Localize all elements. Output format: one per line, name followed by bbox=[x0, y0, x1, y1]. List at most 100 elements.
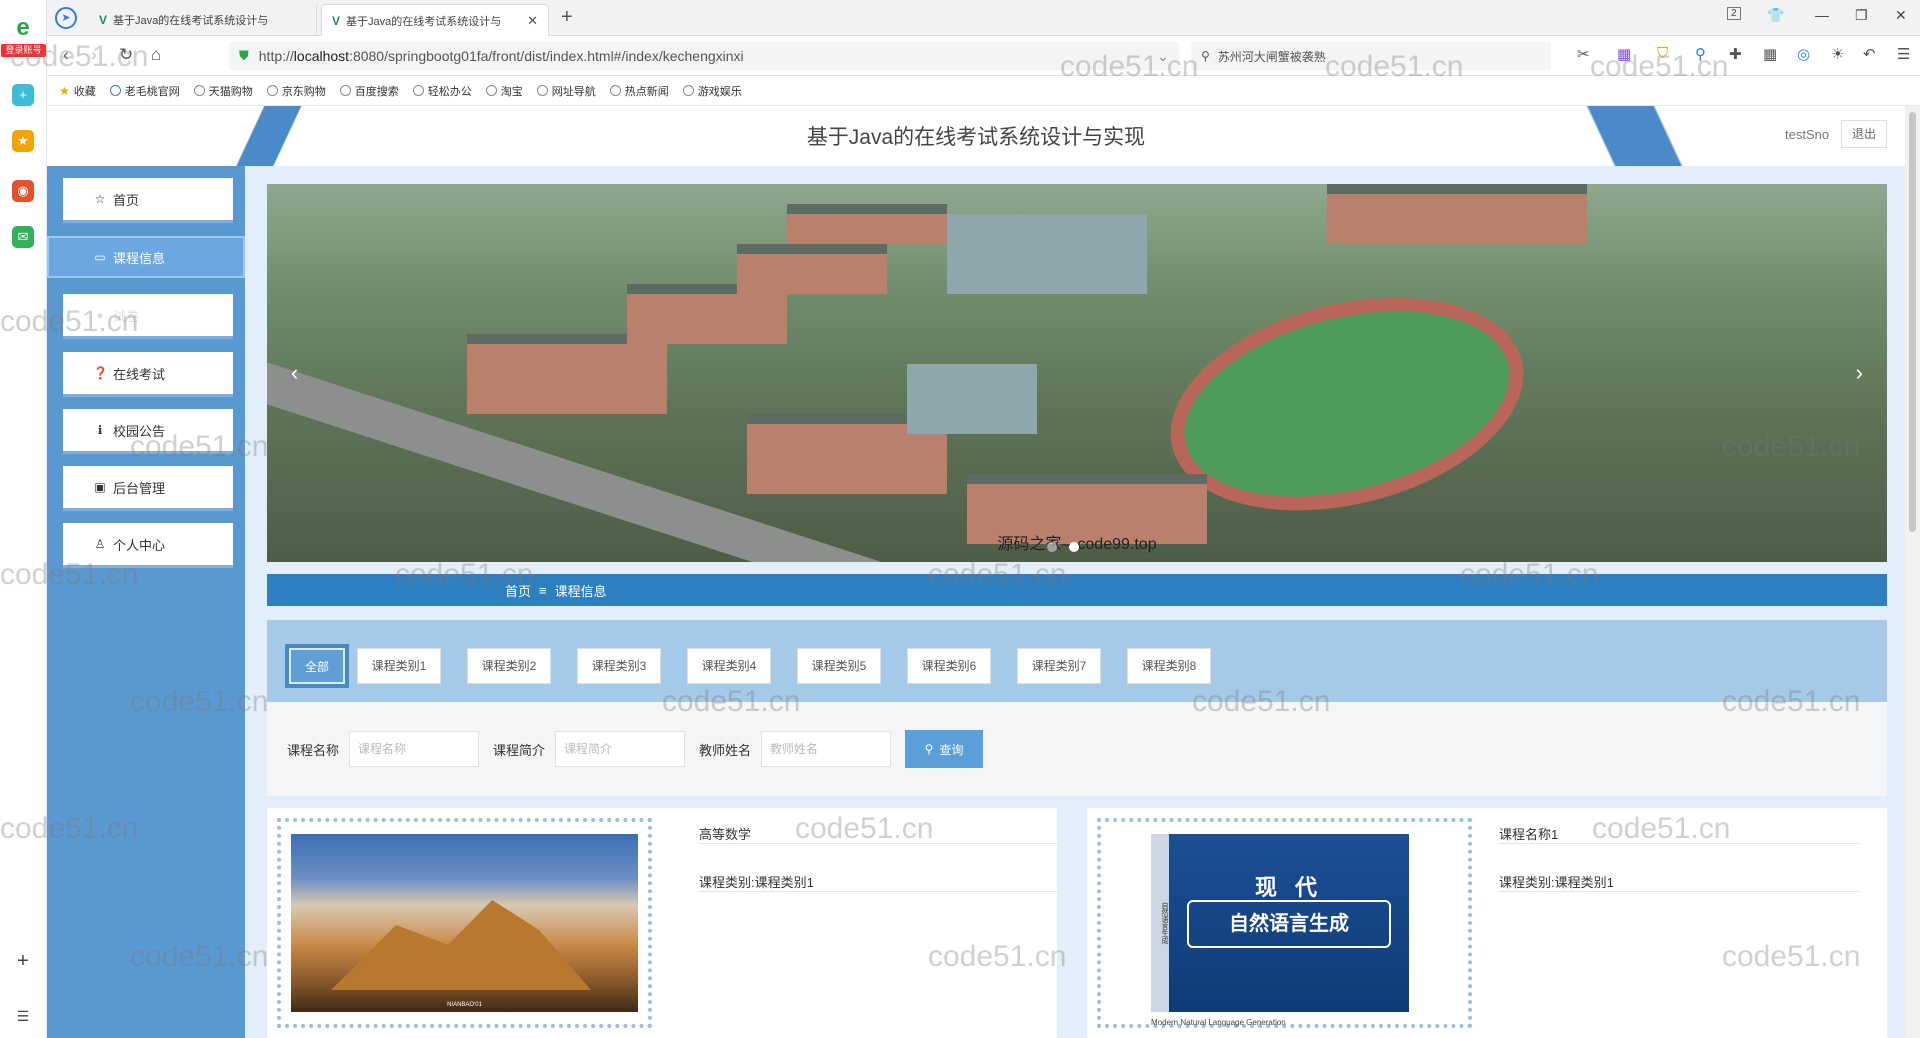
magnifier-icon[interactable]: ⚲ bbox=[1695, 45, 1706, 63]
reload-icon[interactable]: ↻ bbox=[119, 45, 133, 65]
teacher-name-input[interactable] bbox=[761, 731, 892, 767]
question-circle-icon: ❓ bbox=[93, 366, 108, 380]
bookmark-item[interactable]: 老毛桃官网 bbox=[109, 83, 180, 99]
carousel-next-icon[interactable]: › bbox=[1856, 360, 1863, 386]
bookmark-item[interactable]: 轻松办公 bbox=[412, 83, 472, 99]
mail-icon[interactable]: ✉ bbox=[12, 226, 34, 248]
category-tab[interactable]: 课程类别6 bbox=[907, 648, 991, 684]
bookmark-item[interactable]: 京东购物 bbox=[266, 83, 326, 99]
bookmark-item[interactable]: 淘宝 bbox=[485, 83, 523, 99]
carousel-dot-active[interactable] bbox=[1069, 542, 1079, 552]
shirt-icon[interactable]: 👕 bbox=[1767, 7, 1784, 24]
scissors-icon[interactable]: ✂ bbox=[1577, 45, 1590, 63]
site-icon bbox=[682, 85, 694, 96]
grid-icon[interactable]: ▦ bbox=[1763, 45, 1777, 63]
restore-icon[interactable]: ❐ bbox=[1855, 7, 1868, 24]
sidebar-item-profile[interactable]: ♙ 个人中心 bbox=[63, 523, 233, 565]
category-filter-bar: 全部 课程类别1 课程类别2 课程类别3 课程类别4 课程类别5 课程类别6 课… bbox=[267, 620, 1887, 702]
extension-icon[interactable]: ✚ bbox=[1729, 45, 1742, 63]
category-tab-all[interactable]: 全部 bbox=[289, 648, 345, 684]
undo-icon[interactable]: ↶ bbox=[1863, 45, 1876, 63]
breadcrumb: 首页 ≡ 课程信息 bbox=[267, 574, 1887, 606]
back-icon[interactable]: ‹ bbox=[63, 45, 69, 65]
new-tab-icon[interactable]: + bbox=[561, 6, 573, 29]
sidebar-item-notices[interactable]: ℹ 校园公告 bbox=[63, 409, 233, 451]
minimize-icon[interactable]: — bbox=[1815, 7, 1829, 23]
bookmark-item[interactable]: 网址导航 bbox=[536, 83, 596, 99]
tab-title: 基于Java的在线考试系统设计与 bbox=[113, 15, 269, 27]
sidebar-item-online-exam[interactable]: ❓ 在线考试 bbox=[63, 352, 233, 394]
site-icon bbox=[266, 85, 278, 96]
brightness-icon[interactable]: ☀ bbox=[1831, 45, 1844, 63]
book-subtitle: Modern Natural Language Generation bbox=[1151, 1018, 1286, 1027]
browser-search-field[interactable]: ⚲ 苏州河大闸蟹被袭熟 bbox=[1191, 42, 1551, 70]
banner-building bbox=[1327, 184, 1587, 244]
bookmark-item[interactable]: ★ 收藏 bbox=[59, 83, 96, 99]
category-tab[interactable]: 课程类别8 bbox=[1127, 648, 1211, 684]
star-icon: ☆ bbox=[94, 192, 106, 206]
logout-button[interactable]: 退出 bbox=[1841, 120, 1887, 148]
close-window-icon[interactable]: ✕ bbox=[1895, 7, 1907, 24]
search-button-label: 查询 bbox=[939, 742, 964, 757]
forward-icon[interactable]: › bbox=[91, 45, 97, 65]
breadcrumb-separator: ≡ bbox=[539, 582, 547, 598]
category-tab[interactable]: 课程类别3 bbox=[577, 648, 661, 684]
course-card[interactable]: NIANBAO'01 高等数学 课程类别:课程类别1 bbox=[267, 808, 1059, 1038]
dropdown-chevron-icon[interactable]: ⌄ bbox=[1157, 48, 1169, 65]
sync-icon[interactable]: ◎ bbox=[1797, 45, 1810, 63]
plus-app-icon[interactable]: + bbox=[12, 84, 34, 106]
bookmark-item[interactable]: 百度搜索 bbox=[339, 83, 399, 99]
navigate-icon[interactable]: ➤ bbox=[55, 7, 77, 29]
course-intro-input[interactable] bbox=[555, 731, 686, 767]
home-icon[interactable]: ⌂ bbox=[151, 45, 161, 65]
browser-tab-active[interactable]: V 基于Java的在线考试系统设计与 ✕ bbox=[321, 4, 549, 36]
carousel-prev-icon[interactable]: ‹ bbox=[291, 360, 298, 386]
web-page: 基于Java的在线考试系统设计与实现 testSno 退出 ☆ 首页 ▭ 课程信息 … bbox=[47, 106, 1905, 1038]
course-image-book: 自然语言生成 现 代 自然语言生成 Modern Natural Languag… bbox=[1111, 834, 1458, 1027]
sidebar-item-course-info[interactable]: ▭ 课程信息 bbox=[47, 236, 245, 278]
category-tab[interactable]: 课程类别1 bbox=[357, 648, 441, 684]
login-badge[interactable]: 登录账号 bbox=[1, 44, 46, 57]
category-tab[interactable]: 课程类别4 bbox=[687, 648, 771, 684]
add-icon[interactable]: + bbox=[12, 950, 34, 972]
carousel-dot[interactable] bbox=[1047, 542, 1057, 552]
shield-icon[interactable]: ⛉ bbox=[1657, 45, 1668, 62]
secure-shield-icon: ⛊ bbox=[239, 48, 249, 63]
book-title-line1: 现 代 bbox=[1254, 875, 1324, 900]
breadcrumb-home-link[interactable]: 首页 bbox=[505, 581, 531, 600]
search-icon: ⚲ bbox=[1201, 49, 1210, 63]
list-icon[interactable]: ☰ bbox=[12, 1005, 34, 1027]
search-button[interactable]: ⚲ 查询 bbox=[905, 730, 984, 768]
bookmark-item[interactable]: 天猫购物 bbox=[193, 83, 253, 99]
translate-icon[interactable]: ▦ bbox=[1617, 45, 1631, 63]
course-search-form: 课程名称 课程简介 教师姓名 ⚲ 查询 bbox=[267, 702, 1887, 796]
category-tab[interactable]: 课程类别2 bbox=[467, 648, 551, 684]
scrollbar-thumb[interactable] bbox=[1909, 112, 1916, 532]
bookmark-item[interactable]: 热点新闻 bbox=[609, 83, 669, 99]
category-tab[interactable]: 课程类别7 bbox=[1017, 648, 1101, 684]
sports-field bbox=[1148, 263, 1546, 545]
favorites-star-icon[interactable]: ★ bbox=[12, 130, 34, 152]
course-intro-label: 课程简介 bbox=[493, 742, 546, 758]
course-card[interactable]: 自然语言生成 现 代 自然语言生成 Modern Natural Languag… bbox=[1087, 808, 1887, 1038]
course-name-input[interactable] bbox=[349, 731, 480, 767]
menu-icon[interactable]: ☰ bbox=[1897, 45, 1910, 63]
browser-tab[interactable]: V 基于Java的在线考试系统设计与 bbox=[89, 4, 317, 36]
url-field[interactable]: ⛊ http://localhost:8080/springbootg01fa/… bbox=[229, 42, 1179, 70]
course-image-frame: 自然语言生成 现 代 自然语言生成 Modern Natural Languag… bbox=[1097, 818, 1472, 1028]
campus-banner-carousel[interactable]: ‹ › 源码之家—code99.top bbox=[267, 184, 1887, 562]
weibo-icon[interactable]: ◉ bbox=[12, 180, 34, 202]
book-spine: 自然语言生成 bbox=[1151, 834, 1169, 1012]
bookmark-item[interactable]: 游戏娱乐 bbox=[682, 83, 742, 99]
sidebar-item-admin[interactable]: ▣ 后台管理 bbox=[63, 466, 233, 508]
sidebar-item-papers[interactable]: ● 试卷 bbox=[63, 294, 233, 336]
url-path: :8080/springbootg01fa/front/dist/index.h… bbox=[349, 48, 744, 64]
sidebar-item-home[interactable]: ☆ 首页 bbox=[63, 178, 233, 220]
close-tab-icon[interactable]: ✕ bbox=[527, 13, 538, 29]
category-tab[interactable]: 课程类别5 bbox=[797, 648, 881, 684]
page-scrollbar[interactable] bbox=[1905, 106, 1920, 1038]
browser-logo-icon[interactable]: e bbox=[10, 14, 36, 42]
book-cover: 现 代 自然语言生成 bbox=[1169, 834, 1409, 1012]
paper-icon: ● bbox=[96, 308, 104, 322]
page-indicator[interactable]: 2 bbox=[1727, 7, 1741, 20]
